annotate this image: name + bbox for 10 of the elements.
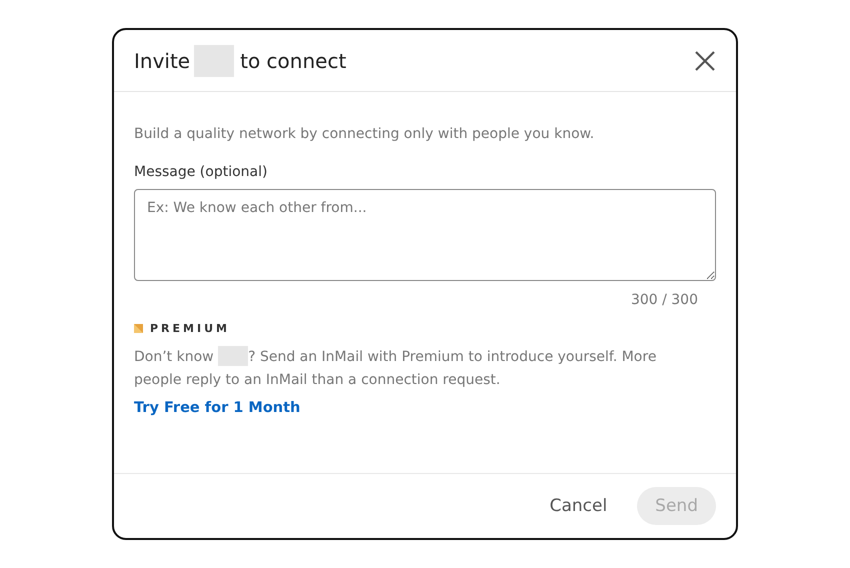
premium-logo-icon [134, 324, 143, 333]
character-counter: 300 / 300 [630, 292, 698, 308]
message-field[interactable]: Ex: We know each other from... [134, 189, 716, 281]
premium-text: Don’t know ? Send an InMail with Premium to introduce yourself. More people reply to an InMail than a connection request. [134, 346, 679, 392]
intro-text: Build a quality network by connecting only with people you know. [134, 126, 596, 142]
try-free-link[interactable]: Try Free for 1 Month [134, 400, 300, 416]
dialog-title: Invite to connect [134, 44, 346, 76]
message-label: Message (optional) [134, 164, 268, 180]
premium-label: PREMIUM [150, 322, 230, 335]
cancel-button[interactable]: Cancel [532, 487, 626, 525]
